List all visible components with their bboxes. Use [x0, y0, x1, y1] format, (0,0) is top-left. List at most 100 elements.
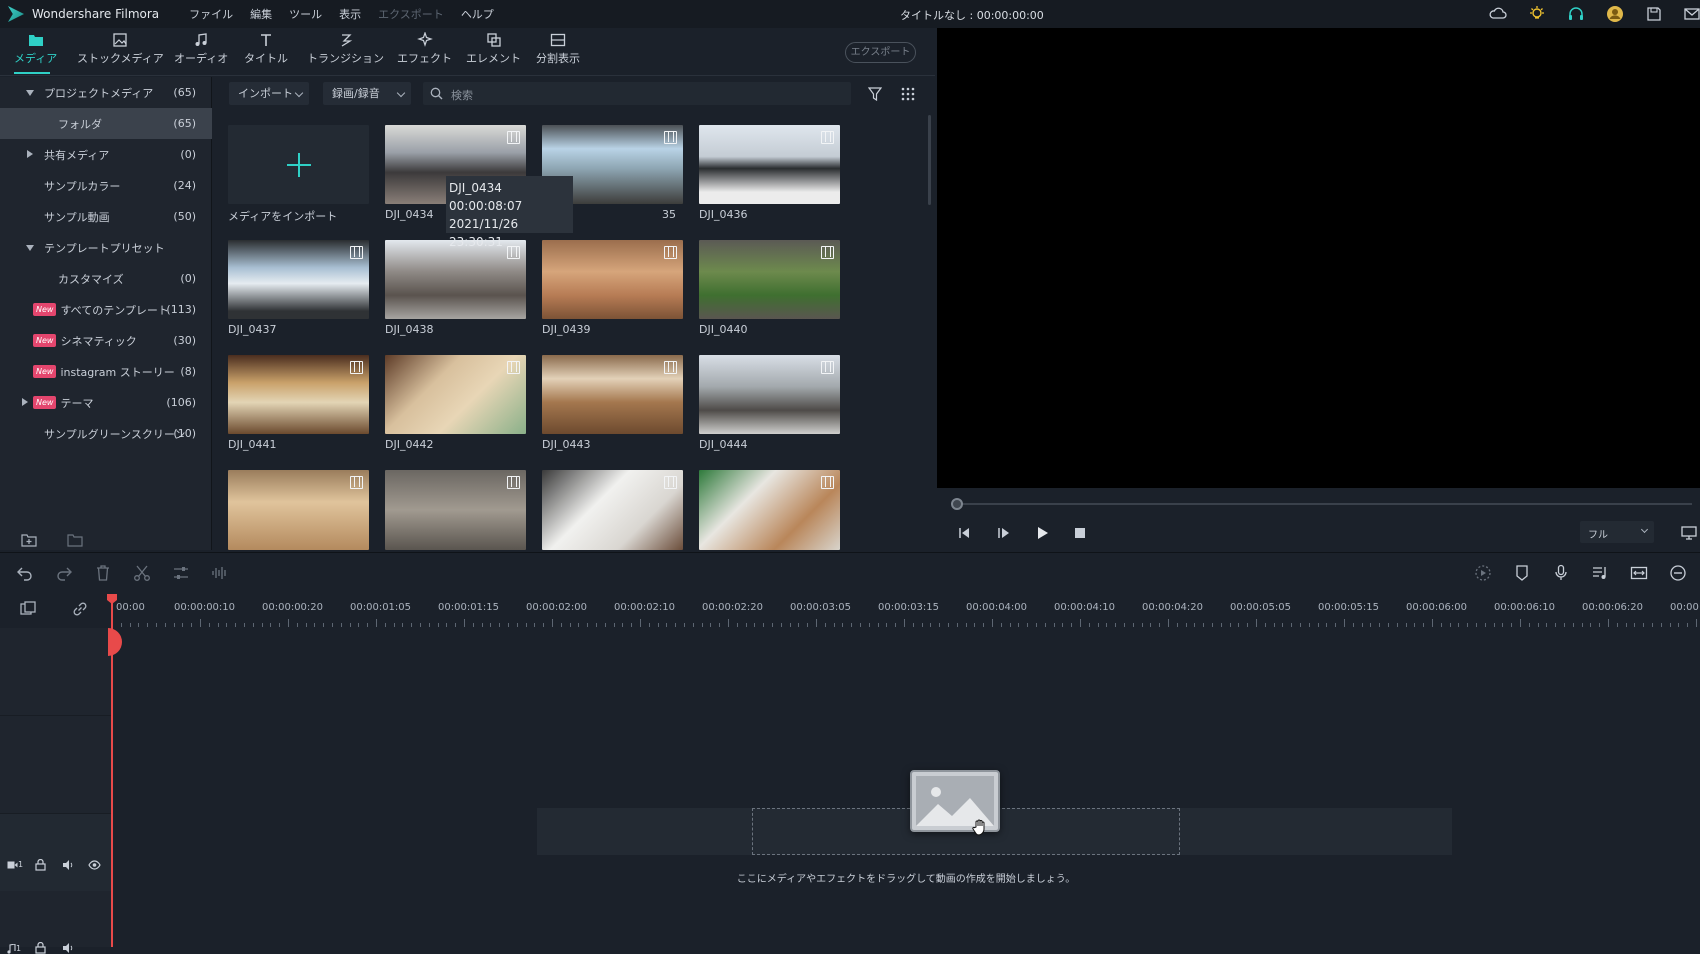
redo-icon[interactable] [55, 564, 73, 582]
sidebar-item-sample-color[interactable]: サンプルカラー (24) [0, 170, 212, 201]
play-icon[interactable] [1035, 526, 1049, 540]
account-avatar-icon[interactable] [1606, 5, 1624, 23]
collapsed-arrow-icon[interactable] [27, 150, 33, 158]
ruler-time-label: 00:00:03:05 [790, 602, 852, 613]
previous-frame-icon[interactable] [957, 526, 971, 540]
new-badge: New [33, 365, 57, 378]
expanded-arrow-icon[interactable] [26, 90, 34, 96]
import-media-tile[interactable] [228, 125, 369, 204]
sparkle-icon [416, 32, 433, 47]
speaker-icon[interactable] [62, 942, 74, 954]
playback-scrubber-handle[interactable] [951, 498, 963, 510]
video-clip-icon [664, 361, 677, 374]
play-slow-icon[interactable] [996, 526, 1010, 540]
lock-icon[interactable] [35, 859, 46, 871]
filter-icon[interactable] [868, 87, 882, 101]
monitor-icon[interactable] [1681, 525, 1697, 541]
render-icon[interactable] [1474, 564, 1492, 582]
delete-icon[interactable] [94, 564, 112, 582]
search-box[interactable]: 検索 [423, 82, 851, 105]
sidebar-item-instagram-story[interactable]: New instagram ストーリー (8) [0, 356, 212, 387]
tab-split-screen[interactable]: 分割表示 [536, 32, 580, 66]
undo-icon[interactable] [16, 564, 34, 582]
sidebar-item-sample-green-screen[interactable]: サンプルグリーンスクリーン (10) [0, 418, 212, 449]
expanded-arrow-icon[interactable] [26, 245, 34, 251]
tab-elements[interactable]: エレメント [466, 32, 521, 66]
stop-icon[interactable] [1074, 527, 1086, 539]
tab-stock-media[interactable]: ストックメディア [77, 32, 164, 66]
grid-view-icon[interactable] [901, 87, 915, 101]
sidebar-item-cinematic[interactable]: New シネマティック (30) [0, 325, 212, 356]
lock-icon[interactable] [35, 942, 46, 954]
menu-edit[interactable]: 編集 [250, 6, 272, 22]
tab-effects[interactable]: エフェクト [397, 32, 452, 66]
menu-view[interactable]: 表示 [339, 6, 361, 22]
playback-progress-track[interactable] [957, 503, 1692, 505]
ruler-time-label: 00:00:04:20 [1142, 602, 1204, 613]
clip-thumbnail[interactable] [699, 470, 840, 550]
menu-tools[interactable]: ツール [289, 6, 322, 22]
sidebar-item-label: プロジェクトメディア [44, 86, 154, 100]
sidebar-item-folder[interactable]: フォルダ (65) [0, 108, 212, 139]
link-icon[interactable] [71, 600, 89, 618]
tab-media[interactable]: メディア [14, 32, 57, 66]
sidebar-item-label: フォルダ [58, 117, 102, 131]
import-dropdown[interactable]: インポート [229, 82, 309, 105]
sidebar-item-shared-media[interactable]: 共有メディア (0) [0, 139, 212, 170]
timeline-tracks[interactable]: ここにメディアやエフェクトをドラッグして動画の作成を開始しましょう。 [112, 628, 1700, 947]
export-button[interactable]: エクスポート [845, 42, 916, 63]
tab-titles-label: タイトル [244, 52, 288, 65]
clip-thumbnail[interactable] [699, 355, 840, 434]
fit-timeline-icon[interactable] [1630, 564, 1648, 582]
ruler-time-label: 00:00:02:00 [526, 602, 588, 613]
headset-icon[interactable] [1567, 5, 1585, 23]
clip-thumbnail[interactable] [228, 240, 369, 319]
clip-thumbnail[interactable] [385, 355, 526, 434]
tab-transitions[interactable]: トランジション [307, 32, 384, 66]
sidebar-item-theme[interactable]: New テーマ (106) [0, 387, 212, 418]
sidebar-item-template-presets[interactable]: テンプレートプリセット [0, 232, 212, 263]
clip-thumbnail[interactable] [228, 355, 369, 434]
bulb-icon[interactable] [1528, 5, 1546, 23]
menu-file[interactable]: ファイル [189, 6, 233, 22]
sidebar-item-count: (106) [166, 396, 196, 409]
menu-help[interactable]: ヘルプ [461, 6, 494, 22]
tab-audio[interactable]: オーディオ [174, 32, 228, 66]
scissors-icon[interactable] [133, 564, 151, 582]
save-icon[interactable] [1645, 5, 1663, 23]
tab-titles[interactable]: タイトル [244, 32, 288, 66]
audio-mixer-icon[interactable] [1591, 564, 1609, 582]
search-input[interactable]: 検索 [451, 87, 473, 103]
clip-label: DJI_0442 [385, 438, 434, 451]
sidebar-item-sample-video[interactable]: サンプル動画 (50) [0, 201, 212, 232]
new-folder-icon[interactable] [21, 532, 37, 548]
sidebar-item-customize[interactable]: カスタマイズ (0) [0, 263, 212, 294]
clip-thumbnail[interactable] [542, 240, 683, 319]
collapsed-arrow-icon[interactable] [22, 398, 28, 406]
add-track-icon[interactable] [19, 600, 37, 618]
clip-thumbnail[interactable] [542, 355, 683, 434]
clip-thumbnail[interactable] [699, 240, 840, 319]
track-headers: 1 1 [0, 628, 112, 954]
clip-thumbnail[interactable] [699, 125, 840, 204]
cloud-icon[interactable] [1489, 5, 1507, 23]
clip-thumbnail[interactable] [542, 470, 683, 550]
clip-thumbnail[interactable] [385, 240, 526, 319]
media-scrollbar[interactable] [928, 115, 931, 205]
marker-shield-icon[interactable] [1513, 564, 1531, 582]
zoom-out-icon[interactable] [1669, 564, 1687, 582]
adjust-sliders-icon[interactable] [172, 564, 190, 582]
tab-transitions-label: トランジション [307, 52, 384, 65]
preview-quality-dropdown[interactable]: フル [1580, 521, 1654, 543]
clip-thumbnail[interactable] [385, 470, 526, 550]
record-dropdown[interactable]: 録画/録音 [323, 82, 411, 105]
speaker-icon[interactable] [62, 859, 74, 871]
sidebar-item-project-media[interactable]: プロジェクトメディア (65) [0, 77, 212, 108]
clip-thumbnail[interactable] [228, 470, 369, 550]
mail-icon[interactable] [1683, 5, 1700, 23]
eye-icon[interactable] [88, 859, 101, 871]
sidebar-item-all-templates[interactable]: New すべてのテンプレート (113) [0, 294, 212, 325]
folder-icon[interactable] [67, 532, 83, 548]
microphone-icon[interactable] [1552, 564, 1570, 582]
audio-waveform-icon[interactable] [211, 564, 229, 582]
